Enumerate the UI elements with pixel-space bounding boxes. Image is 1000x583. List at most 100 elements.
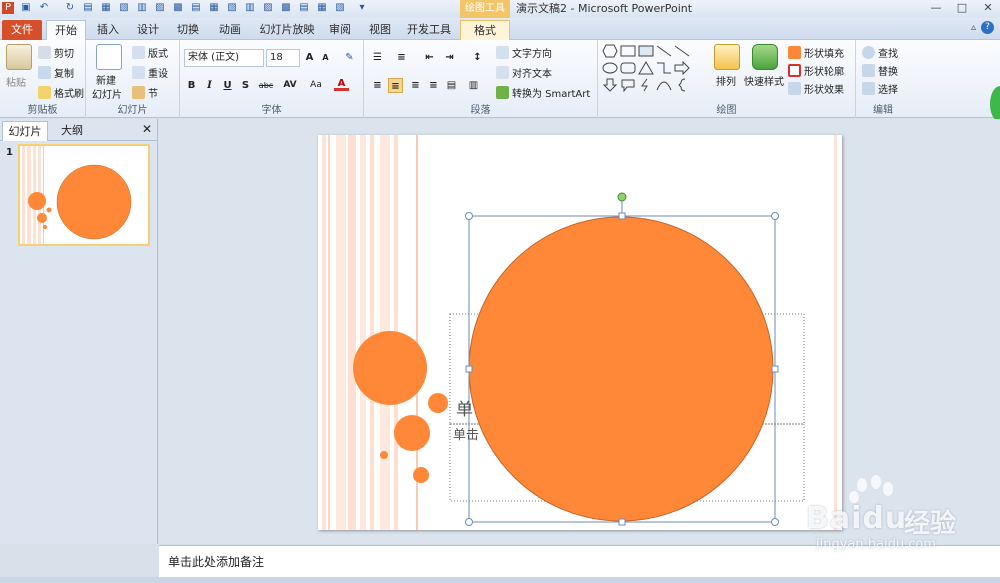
change-case-button[interactable]: Aa bbox=[306, 78, 326, 93]
underline-button[interactable]: U bbox=[220, 78, 235, 93]
shape-effects-button[interactable]: 形状效果 bbox=[788, 81, 844, 96]
font-name-select[interactable]: 宋体 (正文) bbox=[184, 49, 264, 67]
shadow-button[interactable]: S bbox=[238, 78, 253, 93]
shape-fill-button[interactable]: 形状填充 bbox=[788, 45, 844, 60]
lightning-shape-icon[interactable] bbox=[638, 78, 654, 92]
line-spacing-icon[interactable]: ↕ bbox=[470, 50, 485, 65]
font-color-button[interactable]: A bbox=[334, 76, 349, 91]
bullets-icon[interactable]: ☰ bbox=[370, 50, 385, 65]
align-left-icon[interactable]: ≡ bbox=[370, 78, 385, 93]
curve-shape-icon[interactable] bbox=[656, 78, 672, 92]
collapse-ribbon-icon[interactable]: ▵ bbox=[971, 22, 976, 33]
tab-format[interactable]: 格式 bbox=[460, 20, 510, 40]
numbering-icon[interactable]: ≡ bbox=[394, 50, 409, 65]
quick-access-icon[interactable]: ▤ bbox=[190, 2, 202, 14]
tab-transitions[interactable]: 切换 bbox=[170, 20, 206, 40]
quick-access-icon[interactable]: ▥ bbox=[244, 2, 256, 14]
hexagon-shape-icon[interactable] bbox=[602, 44, 618, 58]
align-right-icon[interactable]: ≡ bbox=[408, 78, 423, 93]
bold-button[interactable]: B bbox=[184, 78, 199, 93]
quick-styles-button[interactable]: 快速样式 bbox=[744, 73, 784, 88]
quick-access-icon[interactable]: ▦ bbox=[316, 2, 328, 14]
replace-button[interactable]: 替换 bbox=[862, 63, 898, 78]
tab-slideshow[interactable]: 幻灯片放映 bbox=[256, 20, 318, 40]
quick-access-icon[interactable]: ▦ bbox=[100, 2, 112, 14]
increase-indent-icon[interactable]: ⇥ bbox=[442, 50, 457, 65]
new-slide-dropdown[interactable]: 幻灯片 bbox=[92, 86, 122, 101]
tab-developer[interactable]: 开发工具 bbox=[404, 20, 454, 40]
title-placeholder[interactable]: 单 bbox=[456, 395, 473, 420]
char-spacing-button[interactable]: AV bbox=[280, 78, 300, 93]
columns-icon[interactable]: ▥ bbox=[466, 78, 481, 93]
new-slide-button[interactable]: 新建 bbox=[96, 72, 116, 87]
connector-shape-icon[interactable] bbox=[656, 61, 672, 75]
arrange-button[interactable]: 排列 bbox=[716, 73, 736, 88]
redo-icon[interactable]: ↻ bbox=[64, 2, 76, 14]
strikethrough-button[interactable]: abc bbox=[256, 78, 276, 93]
new-slide-icon[interactable] bbox=[96, 44, 122, 70]
tab-review[interactable]: 审阅 bbox=[322, 20, 358, 40]
quick-access-icon[interactable]: ▦ bbox=[208, 2, 220, 14]
justify-icon[interactable]: ≡ bbox=[426, 78, 441, 93]
quick-access-icon[interactable]: ▧ bbox=[226, 2, 238, 14]
italic-button[interactable]: I bbox=[202, 78, 217, 93]
distribute-icon[interactable]: ▤ bbox=[444, 78, 459, 93]
text-direction-button[interactable]: 文字方向 bbox=[496, 45, 552, 60]
paste-icon[interactable] bbox=[6, 44, 32, 70]
smartart-button[interactable]: 转换为 SmartArt bbox=[496, 85, 590, 100]
reset-button[interactable]: 重设 bbox=[132, 65, 168, 80]
tab-view[interactable]: 视图 bbox=[362, 20, 398, 40]
maximize-button[interactable]: □ bbox=[954, 1, 970, 15]
section-button[interactable]: 节 bbox=[132, 85, 158, 100]
down-arrow-shape-icon[interactable] bbox=[602, 78, 618, 92]
tab-slides[interactable]: 幻灯片 bbox=[2, 121, 48, 141]
minimize-button[interactable]: — bbox=[928, 1, 944, 15]
paste-button[interactable]: 粘贴 bbox=[6, 74, 26, 89]
close-pane-icon[interactable]: ✕ bbox=[140, 122, 154, 136]
triangle-shape-icon[interactable] bbox=[638, 61, 654, 75]
picture-shape-icon[interactable] bbox=[638, 44, 654, 58]
shrink-font-icon[interactable]: A bbox=[318, 50, 333, 65]
arrange-icon[interactable] bbox=[714, 44, 740, 70]
quick-access-icon[interactable]: ▨ bbox=[262, 2, 274, 14]
quick-styles-icon[interactable] bbox=[752, 44, 778, 70]
quick-access-icon[interactable]: ▨ bbox=[154, 2, 166, 14]
right-arrow-shape-icon[interactable] bbox=[674, 60, 690, 76]
align-center-icon[interactable]: ≡ bbox=[388, 78, 403, 93]
help-icon[interactable]: ? bbox=[981, 21, 994, 34]
align-text-button[interactable]: 对齐文本 bbox=[496, 65, 552, 80]
line-shape-icon[interactable] bbox=[656, 44, 672, 58]
quick-access-icon[interactable]: ▧ bbox=[334, 2, 346, 14]
find-button[interactable]: 查找 bbox=[862, 45, 898, 60]
clear-format-icon[interactable]: ✎ bbox=[342, 50, 357, 65]
grow-font-icon[interactable]: A bbox=[302, 50, 317, 65]
decrease-indent-icon[interactable]: ⇤ bbox=[422, 50, 437, 65]
format-painter-button[interactable]: 格式刷 bbox=[38, 85, 84, 100]
callout-shape-icon[interactable] bbox=[620, 78, 636, 93]
tab-file[interactable]: 文件 bbox=[2, 20, 42, 40]
tab-home[interactable]: 开始 bbox=[46, 20, 86, 40]
cut-button[interactable]: 剪切 bbox=[38, 45, 74, 60]
quick-access-icon[interactable]: ▧ bbox=[118, 2, 130, 14]
quick-access-icon[interactable]: ▤ bbox=[82, 2, 94, 14]
close-button[interactable]: ✕ bbox=[980, 1, 996, 15]
oval-shape-icon[interactable] bbox=[602, 61, 618, 75]
quick-access-icon[interactable]: ▩ bbox=[280, 2, 292, 14]
tab-design[interactable]: 设计 bbox=[130, 20, 166, 40]
brace-shape-icon[interactable] bbox=[674, 78, 690, 92]
notes-placeholder[interactable]: 单击此处添加备注 bbox=[168, 553, 264, 570]
tab-outline[interactable]: 大纲 bbox=[52, 121, 92, 141]
save-icon[interactable]: ▣ bbox=[20, 2, 32, 14]
select-button[interactable]: 选择 bbox=[862, 81, 898, 96]
slide-canvas[interactable]: 单 单击 bbox=[318, 135, 842, 530]
shapes-gallery[interactable] bbox=[602, 44, 702, 94]
undo-icon[interactable]: ↶ bbox=[38, 2, 50, 14]
quick-access-icon[interactable]: ▤ bbox=[298, 2, 310, 14]
subtitle-placeholder[interactable]: 单击 bbox=[453, 424, 479, 443]
shape-outline-button[interactable]: 形状轮廓 bbox=[788, 63, 844, 78]
tab-insert[interactable]: 插入 bbox=[90, 20, 126, 40]
customize-qa-icon[interactable]: ▾ bbox=[356, 2, 368, 14]
layout-button[interactable]: 版式 bbox=[132, 45, 168, 60]
copy-button[interactable]: 复制 bbox=[38, 65, 74, 80]
font-size-select[interactable]: 18 bbox=[266, 49, 300, 67]
